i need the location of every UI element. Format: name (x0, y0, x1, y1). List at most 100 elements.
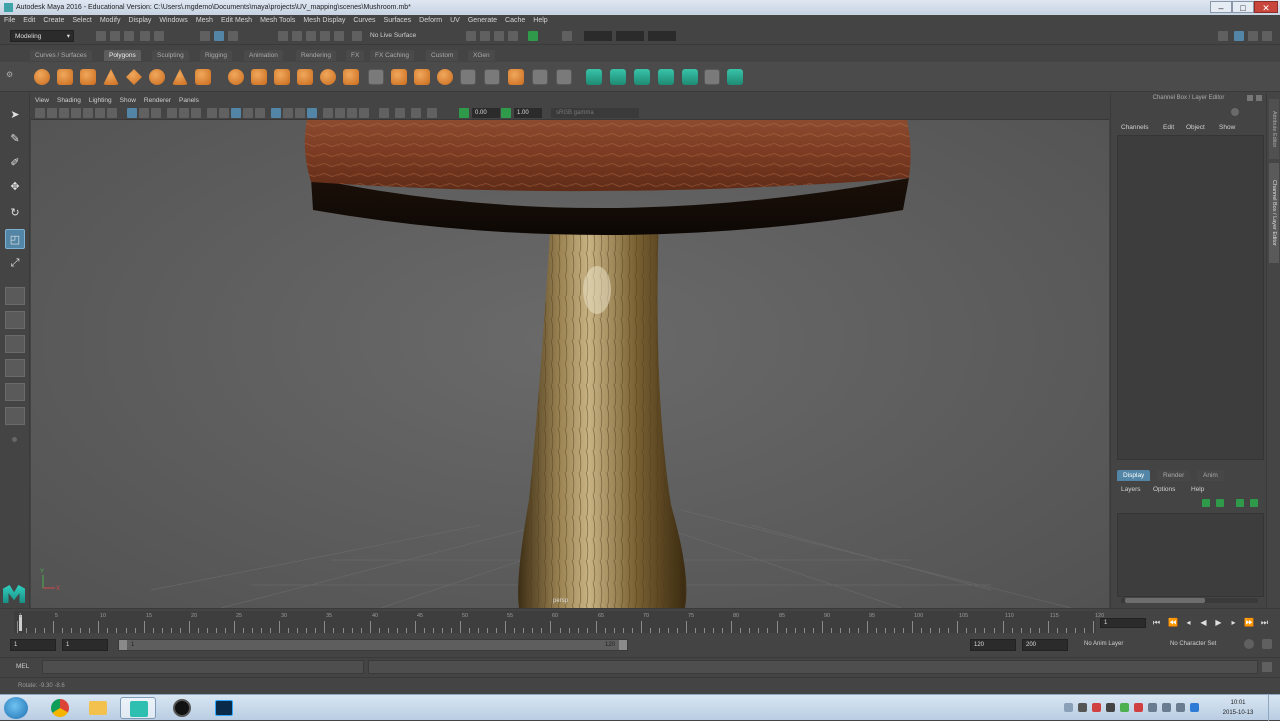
anti-aliasing-icon[interactable] (295, 108, 305, 118)
xray-joints-icon[interactable] (347, 108, 357, 118)
new-layer-selected-icon[interactable] (1250, 499, 1258, 507)
panel-menu-show[interactable]: Show (116, 95, 140, 106)
tray-network-icon[interactable] (1162, 703, 1171, 712)
grease-pencil-icon[interactable] (95, 108, 105, 118)
exposure-field[interactable]: 0.00 (472, 108, 500, 118)
snap-surface-icon[interactable] (334, 31, 344, 41)
paint-select-tool-icon[interactable]: ✐ (5, 153, 25, 173)
menu-mesh[interactable]: Mesh (192, 15, 217, 27)
channel-show-menu[interactable]: Show (1219, 124, 1235, 131)
safe-action-icon[interactable] (179, 108, 189, 118)
menu-modify[interactable]: Modify (96, 15, 125, 27)
shelf-tab-rigging[interactable]: Rigging (200, 50, 233, 61)
menu-file[interactable]: File (0, 15, 19, 27)
snap-grid-icon[interactable] (278, 31, 288, 41)
shelf-tab-curves-surfaces[interactable]: Curves / Surfaces (30, 50, 92, 61)
layout-single-pane-icon[interactable] (5, 287, 25, 305)
menu-deform[interactable]: Deform (415, 15, 446, 27)
layout-single-icon[interactable] (1234, 31, 1244, 41)
step-forward-frame-icon[interactable]: ▸ (1229, 618, 1238, 627)
film-gate-icon[interactable] (127, 108, 137, 118)
layers-menu[interactable]: Layers (1121, 486, 1141, 493)
shelf-tab-fx-caching[interactable]: FX Caching (370, 50, 414, 61)
grid-icon[interactable] (107, 108, 117, 118)
menu-surfaces[interactable]: Surfaces (380, 15, 416, 27)
layout-four-icon[interactable] (1262, 31, 1272, 41)
shelf-tab-polygons[interactable]: Polygons (104, 50, 141, 61)
playback-start-field[interactable]: 1 (62, 639, 108, 651)
float-panel-icon[interactable] (1247, 95, 1253, 101)
menu-create[interactable]: Create (39, 15, 68, 27)
layer-tab-anim[interactable]: Anim (1197, 470, 1224, 481)
go-to-end-icon[interactable]: ⏭ (1260, 618, 1269, 627)
tray-recording-icon[interactable] (1092, 703, 1101, 712)
menuset-dropdown[interactable]: Modeling ▾ (10, 30, 74, 42)
menu-help[interactable]: Help (529, 15, 551, 27)
select-camera-icon[interactable] (35, 108, 45, 118)
target-weld-icon[interactable] (508, 69, 524, 85)
panel-menu-panels[interactable]: Panels (175, 95, 203, 106)
perspective-viewport[interactable]: persp Y X (31, 120, 1109, 608)
shelf-tab-animation[interactable]: Animation (244, 50, 283, 61)
play-forward-icon[interactable]: ▶ (1214, 618, 1223, 627)
input-field-mode-icon[interactable] (562, 31, 572, 41)
layers-list[interactable] (1117, 513, 1264, 597)
step-back-frame-icon[interactable]: ◂ (1184, 618, 1193, 627)
select-object-icon[interactable] (214, 31, 224, 41)
shelf-tab-xgen[interactable]: XGen (468, 50, 495, 61)
xray-components-icon[interactable] (359, 108, 369, 118)
command-input[interactable] (42, 660, 364, 674)
uv-editor-icon[interactable] (704, 69, 720, 85)
render-view-icon[interactable] (466, 31, 476, 41)
snap-curve-icon[interactable] (292, 31, 302, 41)
layout-persp-graph-icon[interactable] (5, 383, 25, 401)
2d-pan-zoom-icon[interactable] (83, 108, 93, 118)
ipr-render-icon[interactable] (494, 31, 504, 41)
animation-end-field[interactable]: 200 (1022, 639, 1068, 651)
sew-uv-icon[interactable] (727, 69, 743, 85)
color-space-dropdown[interactable]: sRGB gamma (551, 108, 639, 118)
poly-cone-icon[interactable] (103, 69, 119, 85)
playback-range-bar[interactable]: 1 120 (118, 639, 628, 651)
channel-box-area[interactable] (1117, 135, 1264, 460)
tray-flag-icon[interactable] (1148, 703, 1157, 712)
toolbox-more-icon[interactable] (12, 437, 17, 442)
safe-title-icon[interactable] (191, 108, 201, 118)
offset-edge-loop-icon[interactable] (484, 69, 500, 85)
use-all-lights-icon[interactable] (243, 108, 253, 118)
motion-blur-icon[interactable] (283, 108, 293, 118)
input-field-x[interactable] (584, 31, 612, 41)
play-backward-icon[interactable]: ◀ (1199, 618, 1208, 627)
go-to-start-icon[interactable]: ⏮ (1152, 618, 1161, 627)
input-field-z[interactable] (648, 31, 676, 41)
layout-four-pane-icon[interactable] (5, 311, 25, 329)
undo-icon[interactable] (140, 31, 150, 41)
close-button[interactable]: ✕ (1254, 1, 1278, 13)
channel-edit-menu[interactable]: Edit (1163, 124, 1174, 131)
channels-menu[interactable]: Channels (1121, 124, 1148, 131)
shadows-icon[interactable] (255, 108, 265, 118)
start-button[interactable] (4, 697, 28, 719)
smooth-icon[interactable] (297, 69, 313, 85)
channel-box-settings-icon[interactable] (1231, 108, 1239, 116)
shelf-tab-custom[interactable]: Custom (426, 50, 459, 61)
layer-options-menu[interactable]: Options (1153, 486, 1175, 493)
range-start-handle[interactable] (119, 640, 127, 650)
menu-curves[interactable]: Curves (349, 15, 379, 27)
camera-attributes-icon[interactable] (47, 108, 57, 118)
menu-uv[interactable]: UV (446, 15, 464, 27)
bookmarks-icon[interactable] (59, 108, 69, 118)
playback-end-field[interactable]: 120 (970, 639, 1016, 651)
tray-display-icon[interactable] (1106, 703, 1115, 712)
exposure-toggle-icon[interactable] (459, 108, 469, 118)
poly-pyramid-icon[interactable] (172, 69, 188, 85)
tray-utility-icon[interactable] (1120, 703, 1129, 712)
poly-pipe-icon[interactable] (195, 69, 211, 85)
menu-generate[interactable]: Generate (464, 15, 501, 27)
append-icon[interactable] (437, 69, 453, 85)
range-end-handle[interactable] (619, 640, 627, 650)
shelf-tab-sculpting[interactable]: Sculpting (152, 50, 189, 61)
taskbar-maya[interactable] (120, 697, 156, 719)
workspace-icon[interactable] (1218, 31, 1228, 41)
gamma-toggle-icon[interactable] (501, 108, 511, 118)
